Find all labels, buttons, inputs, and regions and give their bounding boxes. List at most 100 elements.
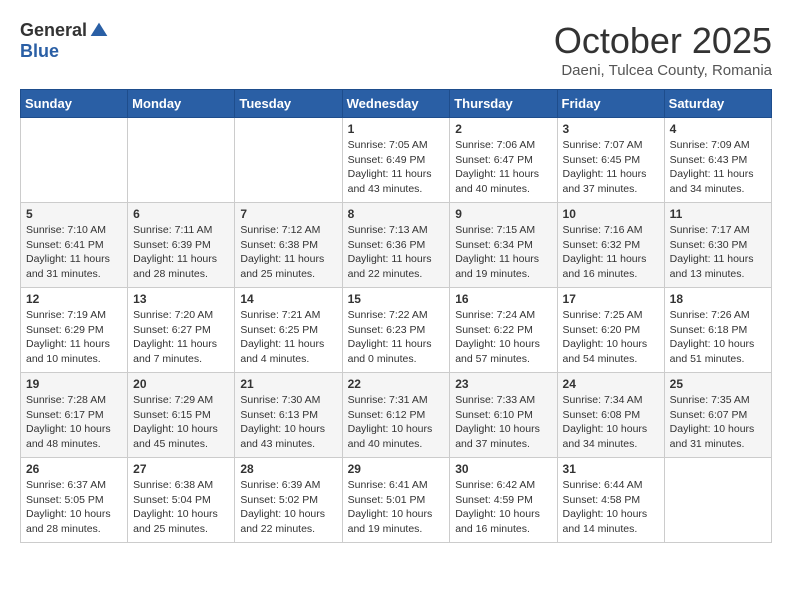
calendar-day-cell [128, 118, 235, 203]
day-info: Sunrise: 7:21 AMSunset: 6:25 PMDaylight:… [240, 308, 336, 367]
day-info: Sunrise: 7:17 AMSunset: 6:30 PMDaylight:… [670, 223, 766, 282]
day-info: Sunrise: 7:06 AMSunset: 6:47 PMDaylight:… [455, 138, 551, 197]
day-number: 23 [455, 377, 551, 391]
day-info: Sunrise: 6:44 AMSunset: 4:58 PMDaylight:… [563, 478, 659, 537]
day-info: Sunrise: 7:16 AMSunset: 6:32 PMDaylight:… [563, 223, 659, 282]
calendar-day-cell [235, 118, 342, 203]
calendar-day-cell: 17 Sunrise: 7:25 AMSunset: 6:20 PMDayligh… [557, 288, 664, 373]
day-number: 17 [563, 292, 659, 306]
calendar-day-cell: 28 Sunrise: 6:39 AMSunset: 5:02 PMDayligh… [235, 458, 342, 543]
day-info: Sunrise: 7:30 AMSunset: 6:13 PMDaylight:… [240, 393, 336, 452]
day-info: Sunrise: 7:13 AMSunset: 6:36 PMDaylight:… [348, 223, 445, 282]
day-number: 31 [563, 462, 659, 476]
day-number: 22 [348, 377, 445, 391]
calendar-day-cell: 11 Sunrise: 7:17 AMSunset: 6:30 PMDayligh… [664, 203, 771, 288]
day-number: 4 [670, 122, 766, 136]
calendar-day-cell: 22 Sunrise: 7:31 AMSunset: 6:12 PMDayligh… [342, 373, 450, 458]
day-number: 12 [26, 292, 122, 306]
day-number: 2 [455, 122, 551, 136]
day-number: 7 [240, 207, 336, 221]
day-number: 14 [240, 292, 336, 306]
calendar-day-cell: 15 Sunrise: 7:22 AMSunset: 6:23 PMDayligh… [342, 288, 450, 373]
calendar-table: SundayMondayTuesdayWednesdayThursdayFrid… [20, 89, 772, 543]
day-info: Sunrise: 7:07 AMSunset: 6:45 PMDaylight:… [563, 138, 659, 197]
calendar-day-cell: 24 Sunrise: 7:34 AMSunset: 6:08 PMDayligh… [557, 373, 664, 458]
calendar-day-header: Thursday [450, 90, 557, 118]
calendar-week-row: 26 Sunrise: 6:37 AMSunset: 5:05 PMDayligh… [21, 458, 772, 543]
day-info: Sunrise: 7:33 AMSunset: 6:10 PMDaylight:… [455, 393, 551, 452]
day-number: 26 [26, 462, 122, 476]
calendar-day-cell: 14 Sunrise: 7:21 AMSunset: 6:25 PMDayligh… [235, 288, 342, 373]
day-info: Sunrise: 6:41 AMSunset: 5:01 PMDaylight:… [348, 478, 445, 537]
day-number: 11 [670, 207, 766, 221]
day-info: Sunrise: 7:05 AMSunset: 6:49 PMDaylight:… [348, 138, 445, 197]
calendar-day-header: Monday [128, 90, 235, 118]
calendar-day-header: Wednesday [342, 90, 450, 118]
calendar-day-cell: 12Sunrise: 7:19 AMSunset: 6:29 PMDayligh… [21, 288, 128, 373]
logo-general: General [20, 20, 87, 41]
calendar-day-cell: 9 Sunrise: 7:15 AMSunset: 6:34 PMDaylight… [450, 203, 557, 288]
page-header: General Blue October 2025 Daeni, Tulcea … [20, 20, 772, 79]
day-number: 27 [133, 462, 229, 476]
day-number: 19 [26, 377, 122, 391]
day-info: Sunrise: 6:42 AMSunset: 4:59 PMDaylight:… [455, 478, 551, 537]
calendar-day-header: Saturday [664, 90, 771, 118]
calendar-day-cell: 29 Sunrise: 6:41 AMSunset: 5:01 PMDayligh… [342, 458, 450, 543]
calendar-day-cell: 31 Sunrise: 6:44 AMSunset: 4:58 PMDayligh… [557, 458, 664, 543]
day-number: 25 [670, 377, 766, 391]
calendar-day-header: Tuesday [235, 90, 342, 118]
calendar-day-cell: 8Sunrise: 7:13 AMSunset: 6:36 PMDaylight… [342, 203, 450, 288]
calendar-day-cell: 16 Sunrise: 7:24 AMSunset: 6:22 PMDayligh… [450, 288, 557, 373]
calendar-day-cell: 27Sunrise: 6:38 AMSunset: 5:04 PMDayligh… [128, 458, 235, 543]
day-number: 18 [670, 292, 766, 306]
calendar-day-header: Sunday [21, 90, 128, 118]
calendar-day-cell: 25 Sunrise: 7:35 AMSunset: 6:07 PMDayligh… [664, 373, 771, 458]
day-number: 6 [133, 207, 229, 221]
day-number: 20 [133, 377, 229, 391]
day-number: 24 [563, 377, 659, 391]
calendar-week-row: 19 Sunrise: 7:28 AMSunset: 6:17 PMDayligh… [21, 373, 772, 458]
day-info: Sunrise: 7:34 AMSunset: 6:08 PMDaylight:… [563, 393, 659, 452]
day-info: Sunrise: 7:15 AMSunset: 6:34 PMDaylight:… [455, 223, 551, 282]
day-number: 21 [240, 377, 336, 391]
day-info: Sunrise: 6:37 AMSunset: 5:05 PMDaylight:… [26, 478, 122, 537]
day-info: Sunrise: 7:10 AMSunset: 6:41 PMDaylight:… [26, 223, 122, 282]
day-number: 15 [348, 292, 445, 306]
day-number: 16 [455, 292, 551, 306]
calendar-week-row: 1 Sunrise: 7:05 AMSunset: 6:49 PMDaylight… [21, 118, 772, 203]
calendar-day-cell: 19 Sunrise: 7:28 AMSunset: 6:17 PMDayligh… [21, 373, 128, 458]
day-number: 1 [348, 122, 445, 136]
day-info: Sunrise: 7:35 AMSunset: 6:07 PMDaylight:… [670, 393, 766, 452]
day-info: Sunrise: 7:11 AMSunset: 6:39 PMDaylight:… [133, 223, 229, 282]
day-number: 10 [563, 207, 659, 221]
logo-blue: Blue [20, 41, 59, 62]
day-info: Sunrise: 7:20 AMSunset: 6:27 PMDaylight:… [133, 308, 229, 367]
calendar-day-cell: 5 Sunrise: 7:10 AMSunset: 6:41 PMDaylight… [21, 203, 128, 288]
day-number: 13 [133, 292, 229, 306]
day-number: 29 [348, 462, 445, 476]
calendar-day-cell: 30Sunrise: 6:42 AMSunset: 4:59 PMDayligh… [450, 458, 557, 543]
day-info: Sunrise: 7:28 AMSunset: 6:17 PMDaylight:… [26, 393, 122, 452]
month-title: October 2025 [554, 20, 772, 62]
calendar-day-cell: 1 Sunrise: 7:05 AMSunset: 6:49 PMDaylight… [342, 118, 450, 203]
title-block: October 2025 Daeni, Tulcea County, Roman… [554, 20, 772, 79]
logo: General Blue [20, 20, 109, 62]
calendar-day-cell: 20 Sunrise: 7:29 AMSunset: 6:15 PMDayligh… [128, 373, 235, 458]
day-number: 3 [563, 122, 659, 136]
day-info: Sunrise: 6:39 AMSunset: 5:02 PMDaylight:… [240, 478, 336, 537]
calendar-day-cell: 21 Sunrise: 7:30 AMSunset: 6:13 PMDayligh… [235, 373, 342, 458]
day-number: 9 [455, 207, 551, 221]
day-info: Sunrise: 7:25 AMSunset: 6:20 PMDaylight:… [563, 308, 659, 367]
day-info: Sunrise: 7:12 AMSunset: 6:38 PMDaylight:… [240, 223, 336, 282]
calendar-day-header: Friday [557, 90, 664, 118]
day-number: 28 [240, 462, 336, 476]
day-info: Sunrise: 7:26 AMSunset: 6:18 PMDaylight:… [670, 308, 766, 367]
day-info: Sunrise: 7:31 AMSunset: 6:12 PMDaylight:… [348, 393, 445, 452]
calendar-day-cell: 6 Sunrise: 7:11 AMSunset: 6:39 PMDaylight… [128, 203, 235, 288]
calendar-day-cell [664, 458, 771, 543]
day-info: Sunrise: 7:24 AMSunset: 6:22 PMDaylight:… [455, 308, 551, 367]
day-info: Sunrise: 7:22 AMSunset: 6:23 PMDaylight:… [348, 308, 445, 367]
calendar-week-row: 12Sunrise: 7:19 AMSunset: 6:29 PMDayligh… [21, 288, 772, 373]
day-number: 5 [26, 207, 122, 221]
day-info: Sunrise: 7:29 AMSunset: 6:15 PMDaylight:… [133, 393, 229, 452]
